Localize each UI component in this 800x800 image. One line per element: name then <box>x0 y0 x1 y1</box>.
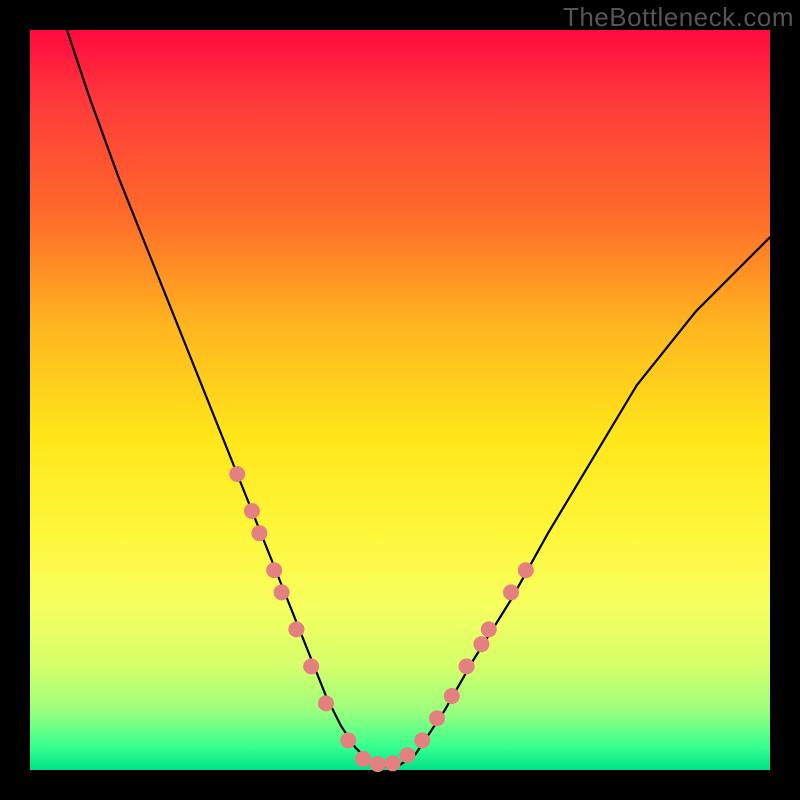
highlight-dot <box>244 503 260 519</box>
highlight-dot <box>399 747 415 763</box>
highlight-dot <box>251 525 267 541</box>
highlight-dot <box>503 584 519 600</box>
highlight-dot <box>459 658 475 674</box>
highlight-dot <box>266 562 282 578</box>
highlight-dot <box>518 562 534 578</box>
bottleneck-curve <box>67 30 770 766</box>
highlight-dot <box>414 732 430 748</box>
highlight-dot <box>303 658 319 674</box>
chart-svg <box>30 30 770 770</box>
chart-frame: TheBottleneck.com <box>0 0 800 800</box>
highlight-dot <box>481 621 497 637</box>
highlight-dot <box>355 751 371 767</box>
watermark-text: TheBottleneck.com <box>563 2 794 33</box>
highlight-dot <box>340 732 356 748</box>
highlight-dot <box>288 621 304 637</box>
highlight-dot <box>229 466 245 482</box>
highlight-dot <box>318 695 334 711</box>
highlight-dots <box>229 466 534 772</box>
highlight-dot <box>385 755 401 771</box>
highlight-dot <box>429 710 445 726</box>
highlight-dot <box>370 756 386 772</box>
highlight-dot <box>473 636 489 652</box>
highlight-dot <box>274 584 290 600</box>
highlight-dot <box>444 688 460 704</box>
